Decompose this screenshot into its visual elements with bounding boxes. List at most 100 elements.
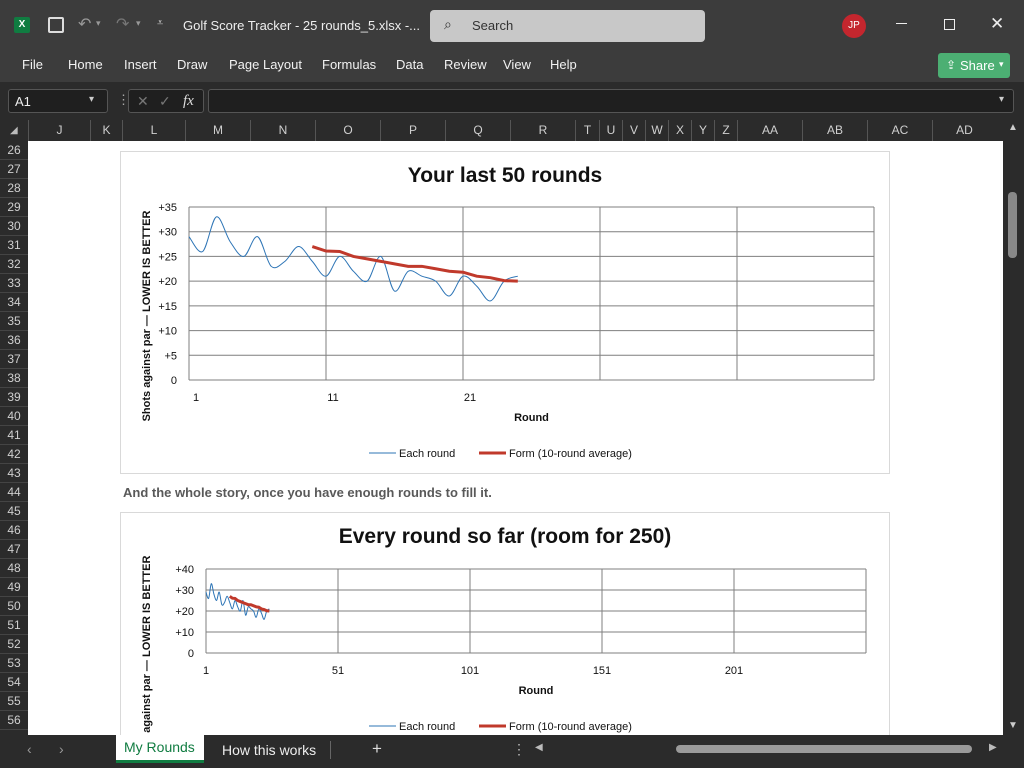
- more-options-icon[interactable]: ⋮: [512, 741, 526, 758]
- row-header[interactable]: 36: [0, 331, 28, 350]
- scroll-left-icon[interactable]: ◀: [535, 742, 543, 753]
- column-header[interactable]: U: [599, 120, 622, 141]
- row-header[interactable]: 34: [0, 293, 28, 312]
- tab-my-rounds[interactable]: My Rounds: [116, 735, 204, 763]
- column-header[interactable]: Y: [691, 120, 714, 141]
- row-header[interactable]: 29: [0, 198, 28, 217]
- scroll-up-icon[interactable]: ▲: [1008, 122, 1018, 133]
- search-box[interactable]: ⌕ Search: [430, 10, 705, 42]
- column-header[interactable]: Z: [714, 120, 737, 141]
- row-header[interactable]: 52: [0, 635, 28, 654]
- customize-toolbar-icon[interactable]: ⩡: [157, 17, 163, 30]
- row-header[interactable]: 48: [0, 559, 28, 578]
- tab-file[interactable]: File: [22, 57, 43, 72]
- row-header[interactable]: 32: [0, 255, 28, 274]
- undo-icon[interactable]: ↶: [78, 14, 91, 34]
- row-header[interactable]: 41: [0, 426, 28, 445]
- row-header[interactable]: 39: [0, 388, 28, 407]
- tab-home[interactable]: Home: [68, 57, 103, 72]
- row-header[interactable]: 45: [0, 502, 28, 521]
- row-header[interactable]: 46: [0, 521, 28, 540]
- column-header[interactable]: K: [90, 120, 122, 141]
- column-header[interactable]: R: [510, 120, 575, 141]
- row-header[interactable]: 40: [0, 407, 28, 426]
- select-all-button[interactable]: ◢: [0, 120, 28, 141]
- minimize-icon[interactable]: [896, 23, 907, 24]
- column-header[interactable]: N: [250, 120, 315, 141]
- share-button[interactable]: ⇪ Share ▾: [938, 53, 1010, 78]
- row-header[interactable]: 38: [0, 369, 28, 388]
- row-header[interactable]: 53: [0, 654, 28, 673]
- row-header[interactable]: 56: [0, 711, 28, 730]
- row-header[interactable]: 50: [0, 597, 28, 616]
- column-header[interactable]: AB: [802, 120, 867, 141]
- horizontal-scroll-thumb[interactable]: [676, 745, 972, 753]
- fx-icon[interactable]: fx: [183, 93, 194, 110]
- x-tick-label: 11: [327, 392, 338, 404]
- scroll-down-icon[interactable]: ▼: [1008, 720, 1018, 731]
- share-dropdown-icon: ▾: [999, 59, 1004, 69]
- row-header[interactable]: 55: [0, 692, 28, 711]
- prev-sheet-icon[interactable]: ‹: [27, 741, 32, 757]
- maximize-icon[interactable]: [944, 19, 955, 30]
- column-header[interactable]: J: [28, 120, 90, 141]
- scroll-thumb[interactable]: [1008, 192, 1017, 258]
- row-header[interactable]: 43: [0, 464, 28, 483]
- tab-data[interactable]: Data: [396, 57, 423, 72]
- row-header[interactable]: 54: [0, 673, 28, 692]
- row-header[interactable]: 44: [0, 483, 28, 502]
- column-header[interactable]: AD: [932, 120, 996, 141]
- y-tick-label: +35: [158, 202, 177, 214]
- row-header[interactable]: 49: [0, 578, 28, 597]
- add-sheet-icon[interactable]: +: [372, 739, 382, 759]
- expand-formula-icon[interactable]: ▾: [999, 94, 1004, 105]
- column-header[interactable]: W: [645, 120, 668, 141]
- row-header[interactable]: 26: [0, 141, 28, 160]
- column-header[interactable]: V: [622, 120, 645, 141]
- tab-page-layout[interactable]: Page Layout: [229, 57, 302, 72]
- name-box[interactable]: A1 ▾: [8, 89, 108, 113]
- chart-every-round[interactable]: Every round so far (room for 250) 0 +10 +2…: [120, 512, 890, 735]
- tab-formulas[interactable]: Formulas: [322, 57, 376, 72]
- column-header[interactable]: X: [668, 120, 691, 141]
- row-header[interactable]: 47: [0, 540, 28, 559]
- tab-draw[interactable]: Draw: [177, 57, 207, 72]
- row-header[interactable]: 35: [0, 312, 28, 331]
- column-header[interactable]: AC: [867, 120, 932, 141]
- tab-insert[interactable]: Insert: [124, 57, 157, 72]
- column-header[interactable]: T: [575, 120, 599, 141]
- row-header[interactable]: 42: [0, 445, 28, 464]
- column-header[interactable]: M: [185, 120, 250, 141]
- undo-dropdown-icon[interactable]: ▾: [96, 18, 101, 29]
- save-icon[interactable]: [48, 17, 64, 33]
- vertical-scrollbar[interactable]: ▲ ▼: [1003, 120, 1024, 735]
- tab-view[interactable]: View: [503, 57, 531, 72]
- column-header[interactable]: O: [315, 120, 380, 141]
- tab-review[interactable]: Review: [444, 57, 487, 72]
- row-header[interactable]: 27: [0, 160, 28, 179]
- chart-last-50-rounds[interactable]: Your last 50 rounds 0 +5 +10 +15 +20 +25 +30 +3…: [120, 151, 890, 474]
- cancel-icon[interactable]: ✕: [137, 93, 149, 110]
- row-header[interactable]: 51: [0, 616, 28, 635]
- column-header[interactable]: L: [122, 120, 185, 141]
- close-icon[interactable]: ✕: [990, 14, 1004, 34]
- worksheet-grid[interactable]: Your last 50 rounds 0 +5 +10 +15 +20 +25 +30 +3…: [28, 141, 996, 735]
- tab-help[interactable]: Help: [550, 57, 577, 72]
- formula-input[interactable]: ▾: [208, 89, 1014, 113]
- column-header[interactable]: Q: [445, 120, 510, 141]
- row-header[interactable]: 33: [0, 274, 28, 293]
- row-header[interactable]: 37: [0, 350, 28, 369]
- scroll-right-icon[interactable]: ▶: [989, 742, 997, 753]
- check-icon[interactable]: ✓: [159, 93, 171, 110]
- row-header[interactable]: 31: [0, 236, 28, 255]
- avatar[interactable]: JP: [842, 14, 866, 38]
- row-header[interactable]: 30: [0, 217, 28, 236]
- row-header[interactable]: 28: [0, 179, 28, 198]
- chevron-down-icon[interactable]: ▾: [89, 94, 94, 105]
- next-sheet-icon[interactable]: ›: [59, 741, 64, 757]
- column-header[interactable]: P: [380, 120, 445, 141]
- redo-icon[interactable]: ↷: [116, 14, 129, 34]
- redo-dropdown-icon[interactable]: ▾: [136, 18, 141, 29]
- column-header[interactable]: AA: [737, 120, 802, 141]
- tab-how-this-works[interactable]: How this works: [222, 742, 316, 758]
